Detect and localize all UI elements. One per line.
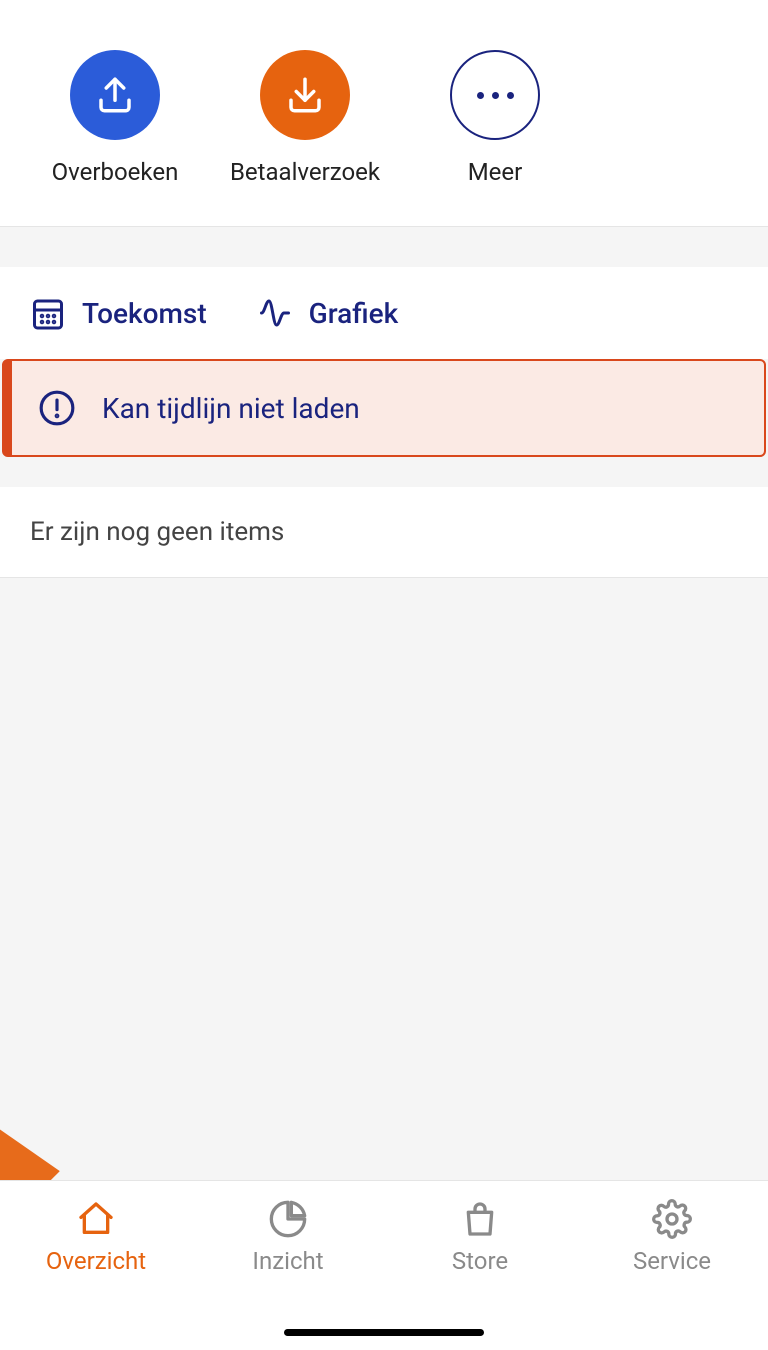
nav-service[interactable]: Service: [576, 1181, 768, 1350]
wave-icon: [257, 295, 293, 331]
tab-future[interactable]: Toekomst: [30, 295, 207, 331]
bottom-navigation: Overzicht Inzicht Store Service: [0, 1180, 768, 1350]
view-tabs: Toekomst Grafiek: [0, 267, 768, 359]
pie-chart-icon: [268, 1199, 308, 1239]
download-icon: [260, 50, 350, 140]
transfer-button[interactable]: Overboeken: [20, 50, 210, 186]
nav-insight[interactable]: Inzicht: [192, 1181, 384, 1350]
tab-graph-label: Grafiek: [309, 297, 399, 330]
upload-icon: [70, 50, 160, 140]
bag-icon: [460, 1199, 500, 1239]
payment-request-label: Betaalverzoek: [230, 158, 380, 186]
error-message: Kan tijdlijn niet laden: [102, 392, 360, 425]
home-indicator[interactable]: [284, 1329, 484, 1336]
tab-graph[interactable]: Grafiek: [257, 295, 399, 331]
transfer-label: Overboeken: [52, 158, 179, 186]
nav-store[interactable]: Store: [384, 1181, 576, 1350]
empty-message: Er zijn nog geen items: [30, 517, 738, 547]
gear-icon: [652, 1199, 692, 1239]
nav-overview-label: Overzicht: [46, 1247, 146, 1275]
nav-overview[interactable]: Overzicht: [0, 1181, 192, 1350]
more-label: Meer: [468, 158, 523, 186]
more-dots-icon: [450, 50, 540, 140]
empty-state: Er zijn nog geen items: [0, 487, 768, 578]
more-button[interactable]: Meer: [400, 50, 590, 186]
home-icon: [76, 1199, 116, 1239]
quick-actions-row: Overboeken Betaalverzoek Meer: [0, 0, 768, 227]
nav-insight-label: Inzicht: [252, 1247, 323, 1275]
nav-service-label: Service: [633, 1247, 711, 1275]
tab-future-label: Toekomst: [82, 297, 207, 330]
calendar-icon: [30, 295, 66, 331]
error-banner: Kan tijdlijn niet laden: [2, 359, 766, 457]
alert-circle-icon: [38, 389, 76, 427]
payment-request-button[interactable]: Betaalverzoek: [210, 50, 400, 186]
nav-store-label: Store: [452, 1247, 508, 1275]
